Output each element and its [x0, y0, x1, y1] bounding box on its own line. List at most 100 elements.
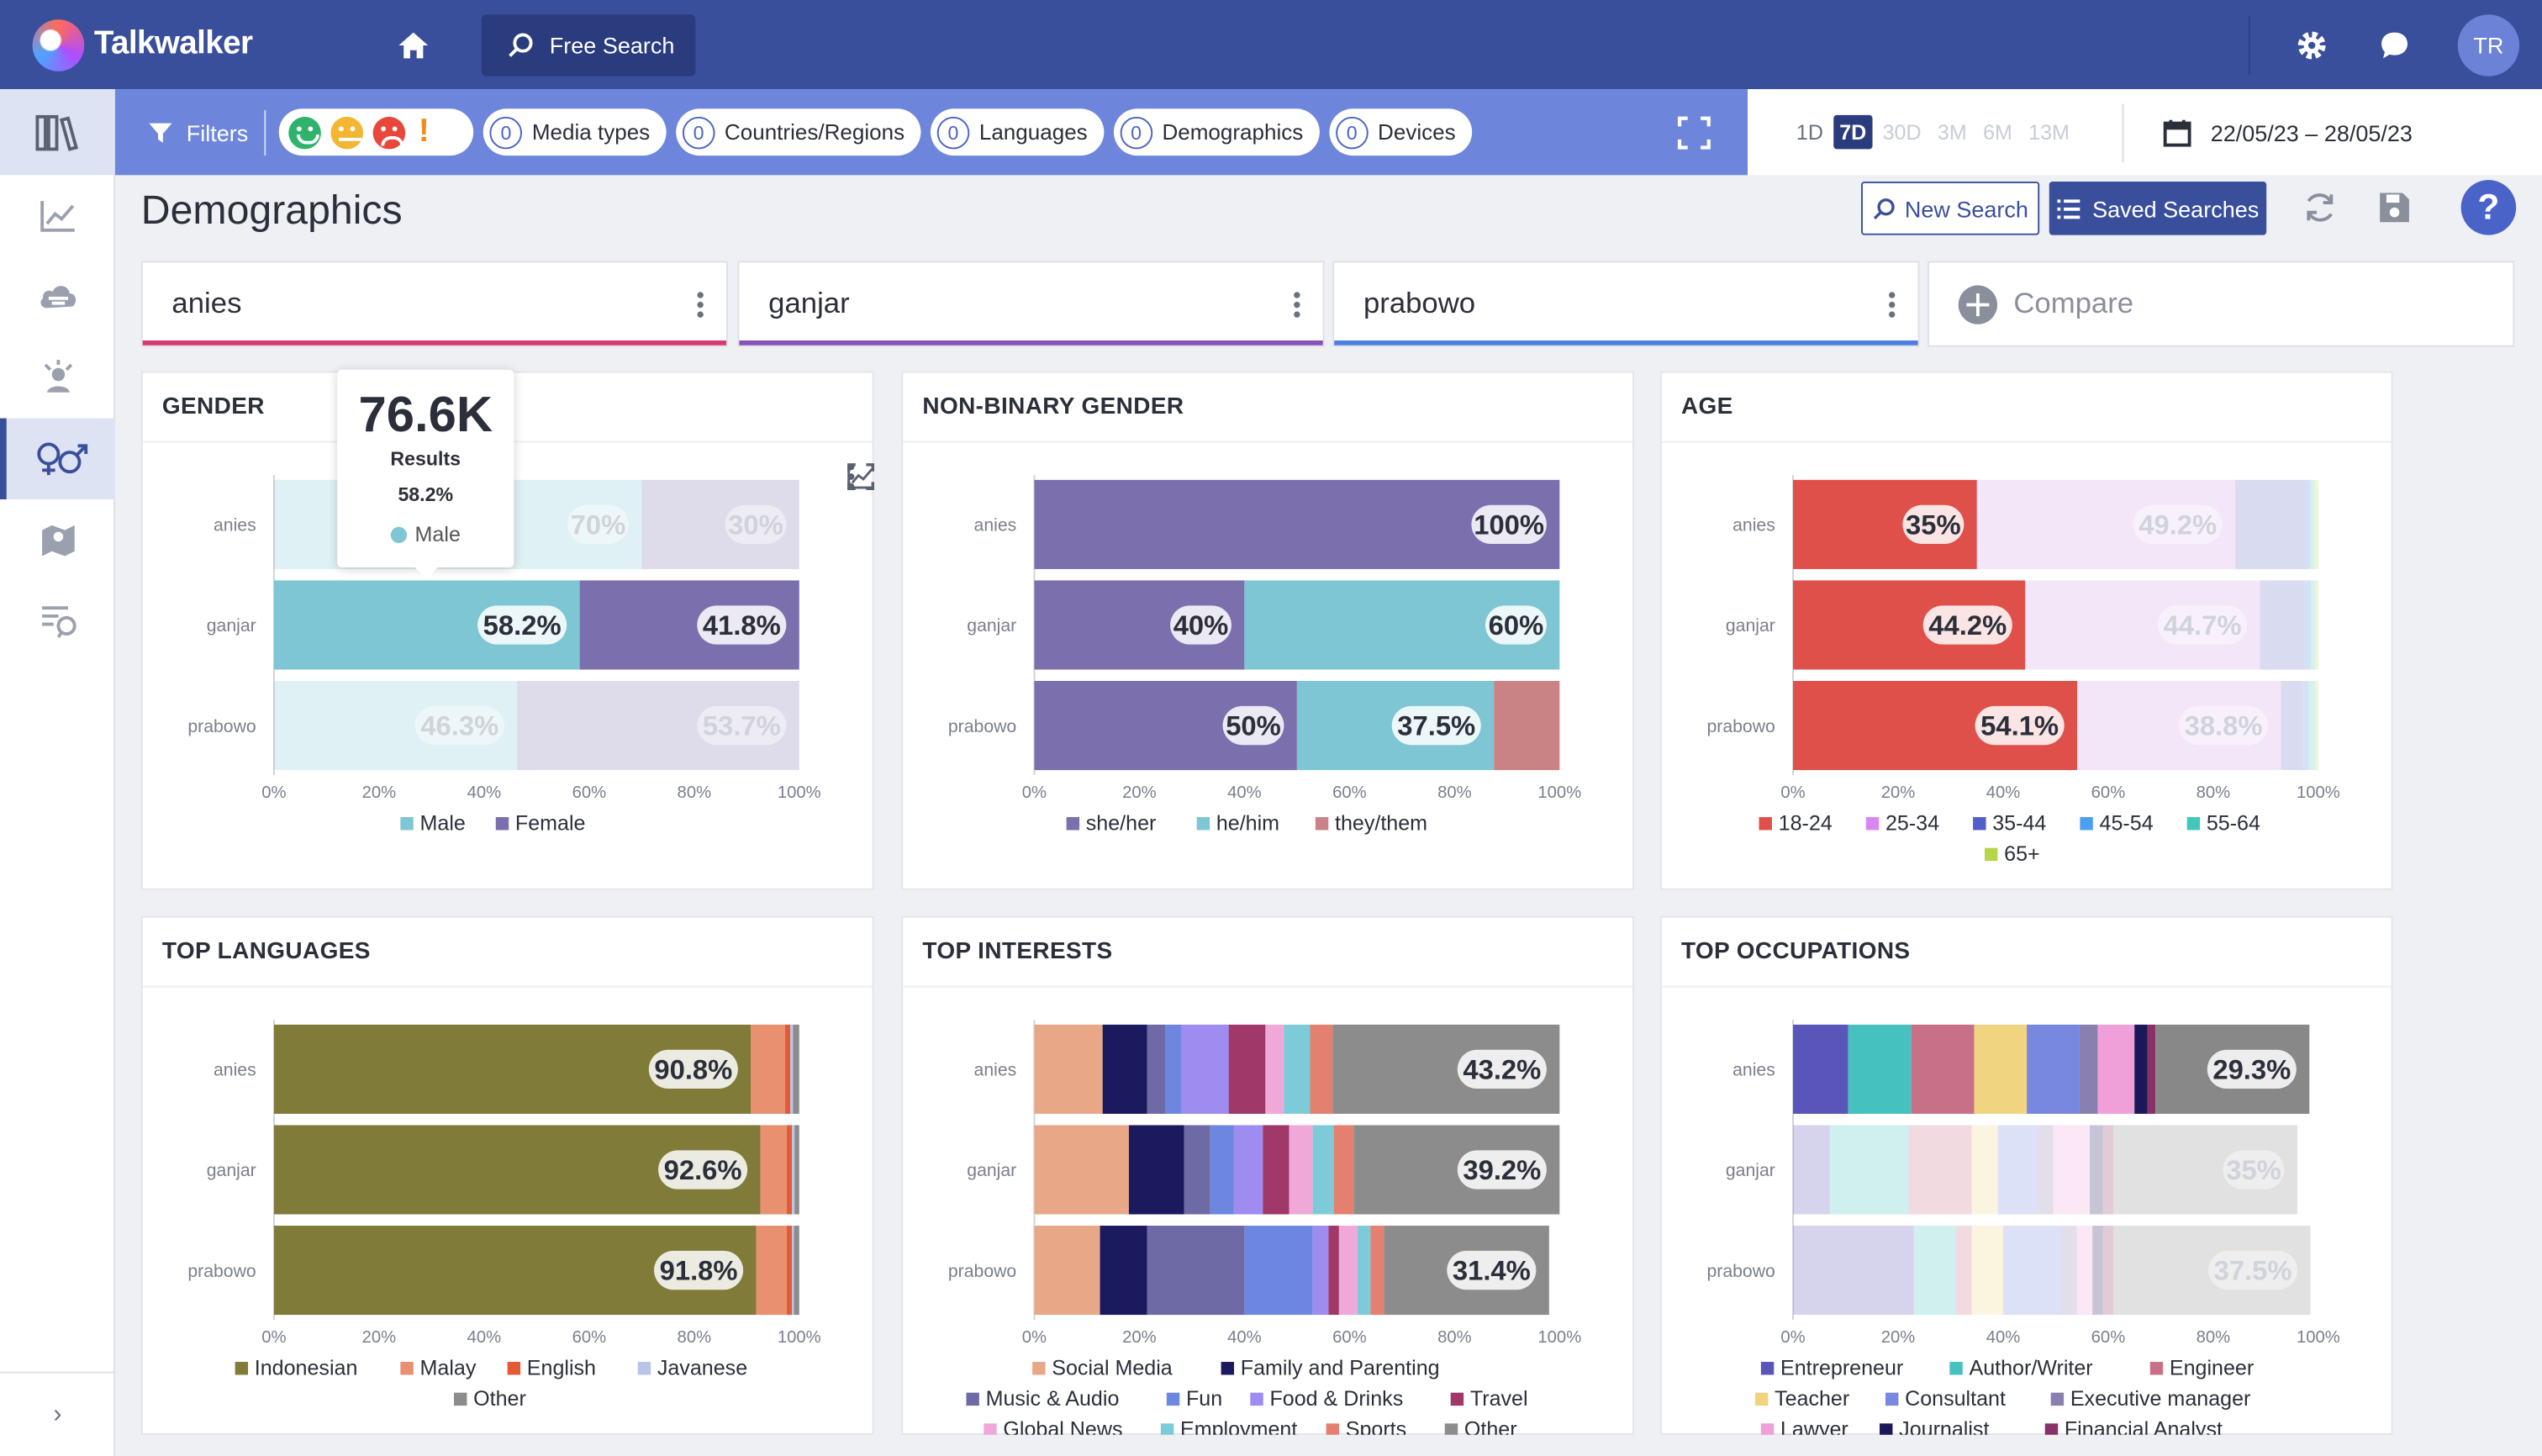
top-bar: Talkwalker Free Search TR	[0, 0, 2542, 90]
bar-segment-sports	[1370, 1226, 1384, 1316]
fullscreen-icon[interactable]	[1676, 114, 1711, 150]
legend-swatch-financial-analyst	[2044, 1423, 2059, 1435]
sidebar-item-topics[interactable]	[0, 256, 115, 337]
settings-gear-icon[interactable]	[2292, 25, 2331, 64]
data-label: 37.5%	[2214, 1255, 2292, 1286]
negative-face-icon[interactable]	[372, 115, 406, 149]
legend-label: 25-34	[1885, 811, 1939, 835]
bar-segment-sports	[1310, 1024, 1333, 1114]
chat-bubble-icon[interactable]	[2375, 25, 2413, 64]
bar-segment-music-audio	[1184, 1125, 1210, 1215]
x-tick-label: 100%	[2297, 1328, 2340, 1347]
top-occupations-chart-card: TOP OCCUPATIONS anies 29.3% ganjar 35% prabo…	[1659, 915, 2393, 1435]
legend-swatch-malay	[400, 1362, 414, 1375]
sidebar-item-conversations[interactable]	[0, 580, 115, 661]
data-label: 40%	[1173, 609, 1229, 641]
x-tick-label: 100%	[1537, 783, 1581, 802]
filter-pill-countries[interactable]: 0 Countries/Regions	[676, 108, 921, 156]
filter-pill-media-types[interactable]: 0 Media types	[483, 108, 667, 156]
help-question-icon[interactable]: ?	[2460, 180, 2517, 235]
date-picker[interactable]: 22/05/23 – 28/05/23	[2162, 118, 2413, 147]
bar-segment-journalist	[2090, 1125, 2103, 1215]
legend-label: Financial Analyst	[2065, 1418, 2223, 1435]
save-floppy-icon[interactable]	[2376, 190, 2412, 234]
bar-segment-travel	[1228, 1024, 1266, 1114]
chart-title: AGE	[1661, 373, 2392, 443]
bar-segment-employment	[1284, 1024, 1311, 1114]
data-label: 37.5%	[1397, 710, 1475, 741]
legend-label: Indonesian	[255, 1356, 358, 1380]
gender-icon	[36, 442, 87, 476]
alert-exclamation-icon[interactable]: !	[419, 113, 430, 150]
home-icon[interactable]	[394, 25, 433, 64]
chart-plot: anies 35% 49.2% ganjar 44.2% 44.7% prabowo 54.1…	[1706, 475, 2340, 866]
filter-pill-devices[interactable]: 0 Devices	[1329, 108, 1472, 156]
bar-segment-teacher	[1971, 1125, 1998, 1215]
bar-segment-financial-analyst	[2147, 1024, 2156, 1114]
query-tab-prabowo[interactable]: prabowo	[1332, 261, 1920, 347]
calendar-icon	[2162, 119, 2191, 146]
more-vertical-icon[interactable]	[1294, 290, 1300, 319]
more-vertical-icon[interactable]	[1888, 290, 1896, 319]
chart-plot: anies 29.3% ganjar 35% prabowo 37.5% 0% 20% 40% 6…	[1706, 1020, 2340, 1435]
range-30d[interactable]: 30D	[1876, 115, 1928, 150]
legend-label: she/her	[1086, 811, 1157, 835]
x-tick-label: 40%	[1986, 783, 2021, 802]
bar-segment-executive-manager	[2079, 1024, 2098, 1114]
data-label: 38.8%	[2185, 710, 2263, 741]
pill-label: Countries/Regions	[724, 119, 905, 145]
sentiment-filter[interactable]: !	[278, 108, 474, 156]
bar-segment-food-drinks	[1312, 1226, 1329, 1316]
query-color-underline	[739, 340, 1323, 346]
sidebar-expand-chevron-icon[interactable]: ›	[0, 1371, 115, 1456]
bar-segment-global-news	[1289, 1125, 1313, 1215]
filter-pill-demographics[interactable]: 0 Demographics	[1113, 108, 1320, 156]
query-tab-ganjar[interactable]: ganjar	[737, 261, 1325, 347]
chart-tooltip: 76.6K Results 58.2% Male	[337, 369, 514, 579]
category-label: ganjar	[207, 1161, 256, 1180]
legend-swatch-food-drinks	[1250, 1392, 1263, 1406]
data-label: 30%	[728, 509, 783, 540]
sidebar-item-library[interactable]	[0, 89, 115, 176]
free-search-button[interactable]: Free Search	[481, 13, 696, 76]
bar-segment-entrepreneur	[1793, 1226, 1914, 1316]
more-vertical-icon[interactable]	[697, 290, 704, 319]
legend-label: Travel	[1470, 1387, 1528, 1411]
data-label: 35%	[1906, 509, 1961, 540]
filters-button[interactable]: Filters	[148, 119, 248, 145]
bar-segment-food-drinks	[1181, 1024, 1229, 1114]
map-icon	[41, 525, 74, 557]
legend-swatch-english	[507, 1362, 521, 1375]
sidebar-item-geography[interactable]	[0, 499, 115, 580]
positive-face-icon[interactable]	[288, 115, 322, 149]
filter-pill-languages[interactable]: 0 Languages	[930, 108, 1105, 156]
category-label: ganjar	[207, 616, 256, 636]
range-7d[interactable]: 7D	[1833, 114, 1874, 150]
neutral-face-icon[interactable]	[330, 115, 364, 149]
range-1d[interactable]: 1D	[1790, 115, 1829, 150]
x-tick-label: 20%	[362, 783, 397, 802]
range-13m[interactable]: 13M	[2022, 115, 2075, 150]
data-label: 43.2%	[1463, 1053, 1541, 1084]
sidebar-item-analytics[interactable]	[0, 175, 115, 256]
legend-label: Fun	[1186, 1387, 1222, 1411]
sidebar-item-demographics[interactable]	[0, 418, 115, 500]
user-avatar[interactable]: TR	[2457, 13, 2520, 76]
new-search-button[interactable]: New Search	[1861, 182, 2040, 235]
bar-segment-engineer	[1911, 1024, 1975, 1114]
compare-button[interactable]: Compare	[1928, 261, 2515, 347]
tooltip-value: 76.6K	[358, 386, 493, 443]
saved-searches-button[interactable]: Saved Searches	[2049, 182, 2267, 235]
range-3m[interactable]: 3M	[1931, 115, 1973, 150]
x-tick-label: 100%	[778, 1328, 821, 1347]
query-tab-anies[interactable]: anies	[140, 261, 728, 347]
bar-segment-65	[2315, 681, 2318, 771]
bar-segment-malay	[756, 1226, 787, 1316]
app-logo[interactable]: Talkwalker	[32, 18, 357, 71]
pill-count: 0	[1335, 115, 1369, 149]
sidebar-item-influencers[interactable]	[0, 337, 115, 418]
x-tick-label: 20%	[362, 1328, 397, 1347]
refresh-icon[interactable]	[2302, 190, 2338, 234]
bar-segment-family-and-parenting	[1102, 1024, 1147, 1114]
range-6m[interactable]: 6M	[1976, 115, 2018, 150]
